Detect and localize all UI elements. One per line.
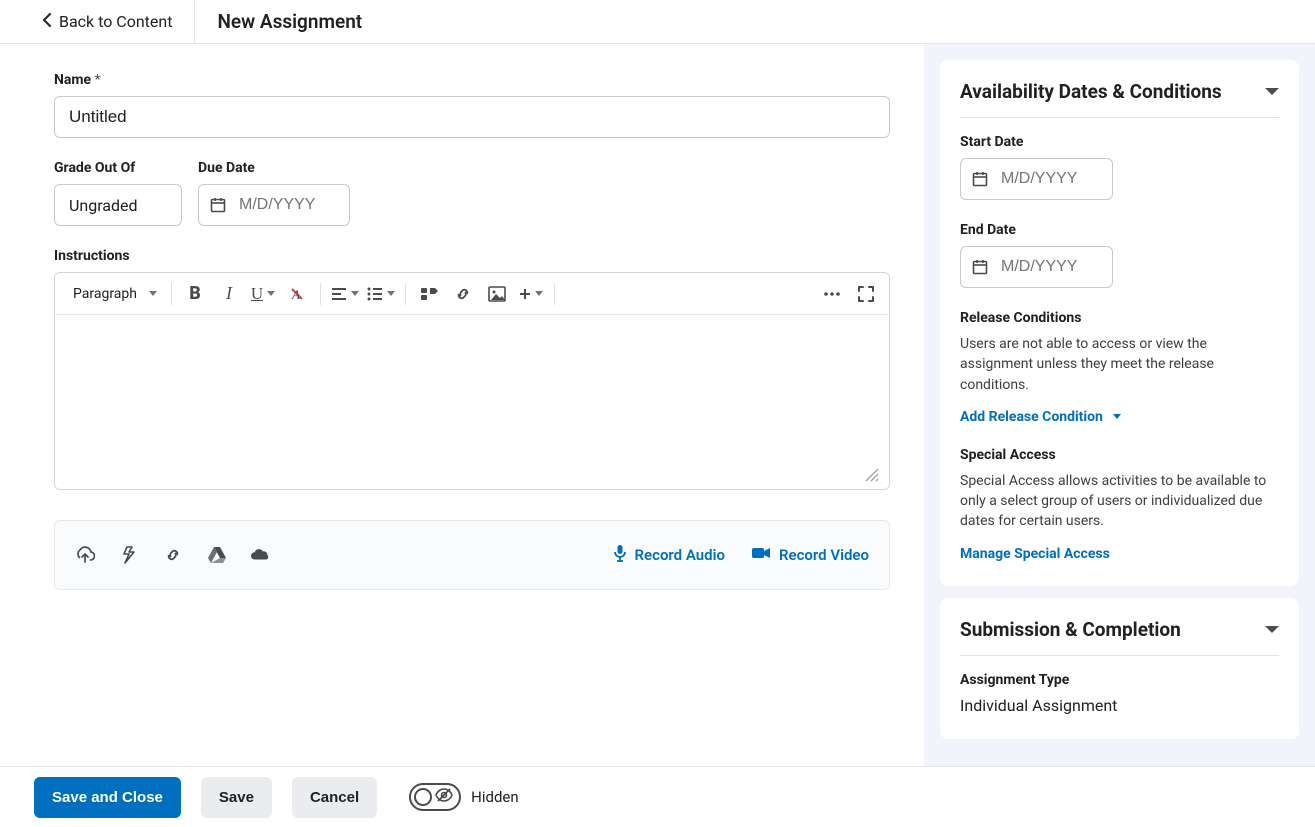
footer-actions: Save and Close Save Cancel Hidden (0, 766, 1315, 827)
manage-special-access-button[interactable]: Manage Special Access (960, 546, 1110, 562)
release-conditions-description: Users are not able to access or view the… (960, 334, 1279, 395)
page-title: New Assignment (217, 10, 362, 33)
upload-icon[interactable] (75, 545, 95, 565)
quicklink-icon[interactable] (119, 545, 139, 565)
eye-off-icon (435, 787, 453, 807)
record-video-button[interactable]: Record Video (751, 546, 869, 564)
link-button[interactable] (446, 277, 480, 311)
chevron-down-icon (267, 291, 275, 296)
start-date-input[interactable] (999, 169, 1100, 189)
calendar-icon (199, 185, 237, 225)
onedrive-icon[interactable] (251, 545, 271, 565)
italic-button[interactable]: I (212, 277, 246, 311)
record-audio-button[interactable]: Record Audio (613, 544, 725, 566)
more-actions-button[interactable] (815, 277, 849, 311)
chevron-down-icon (1113, 414, 1121, 419)
chevron-down-icon (1265, 88, 1279, 95)
name-input[interactable] (54, 96, 890, 138)
microphone-icon (613, 544, 627, 566)
due-date-input[interactable] (237, 195, 337, 215)
bold-button[interactable]: B (178, 277, 212, 311)
google-drive-icon[interactable] (207, 545, 227, 565)
block-format-select[interactable]: Paragraph (65, 277, 165, 311)
video-icon (751, 546, 771, 564)
instructions-textarea[interactable] (55, 315, 889, 465)
availability-panel: Availability Dates & Conditions Start Da… (940, 60, 1299, 586)
insert-quicklink-button[interactable] (412, 277, 446, 311)
svg-text:A: A (291, 287, 300, 302)
page-header: Back to Content New Assignment (0, 0, 1315, 44)
assignment-type-label: Assignment Type (960, 672, 1279, 688)
align-button[interactable] (327, 277, 363, 311)
end-date-picker[interactable] (960, 246, 1113, 288)
settings-sidebar: Availability Dates & Conditions Start Da… (924, 44, 1315, 766)
main-form: Name * Grade Out Of Ungraded Due Date (0, 44, 924, 766)
name-label: Name * (54, 72, 890, 88)
due-date-label: Due Date (198, 160, 350, 176)
chevron-left-icon (42, 12, 51, 31)
assignment-type-value: Individual Assignment (960, 696, 1279, 715)
grade-label: Grade Out Of (54, 160, 182, 176)
cancel-button[interactable]: Cancel (292, 777, 377, 818)
chevron-down-icon (387, 291, 395, 296)
chevron-down-icon (351, 291, 359, 296)
attachment-bar: Record Audio Record Video (54, 520, 890, 590)
save-button[interactable]: Save (201, 777, 272, 818)
calendar-icon (961, 159, 999, 199)
release-conditions-title: Release Conditions (960, 310, 1279, 326)
link-icon[interactable] (163, 545, 183, 565)
chevron-down-icon (149, 291, 157, 296)
insert-more-button[interactable] (514, 277, 548, 311)
image-button[interactable] (480, 277, 514, 311)
resize-handle-icon[interactable] (863, 466, 881, 484)
visibility-toggle[interactable] (409, 783, 461, 811)
start-date-picker[interactable] (960, 158, 1113, 200)
clear-format-button[interactable]: A (280, 277, 314, 311)
calendar-icon (961, 247, 999, 287)
fullscreen-button[interactable] (849, 277, 883, 311)
editor-toolbar: Paragraph B I U A (55, 273, 889, 315)
submission-panel: Submission & Completion Assignment Type … (940, 598, 1299, 739)
end-date-label: End Date (960, 222, 1279, 238)
back-label: Back to Content (59, 12, 172, 31)
availability-panel-header[interactable]: Availability Dates & Conditions (960, 80, 1279, 118)
save-and-close-button[interactable]: Save and Close (34, 777, 181, 818)
chevron-down-icon (1265, 626, 1279, 633)
back-to-content-link[interactable]: Back to Content (0, 0, 195, 43)
add-release-condition-button[interactable]: Add Release Condition (960, 409, 1121, 425)
instructions-label: Instructions (54, 248, 890, 264)
toggle-knob (414, 788, 432, 806)
instructions-editor: Paragraph B I U A (54, 272, 890, 490)
list-button[interactable] (363, 277, 399, 311)
due-date-picker[interactable] (198, 184, 350, 226)
visibility-label: Hidden (471, 788, 519, 806)
grade-select[interactable]: Ungraded (54, 184, 182, 226)
end-date-input[interactable] (999, 257, 1100, 277)
underline-button[interactable]: U (246, 277, 280, 311)
chevron-down-icon (535, 291, 543, 296)
submission-panel-header[interactable]: Submission & Completion (960, 618, 1279, 656)
special-access-description: Special Access allows activities to be a… (960, 471, 1279, 532)
special-access-title: Special Access (960, 447, 1279, 463)
start-date-label: Start Date (960, 134, 1279, 150)
